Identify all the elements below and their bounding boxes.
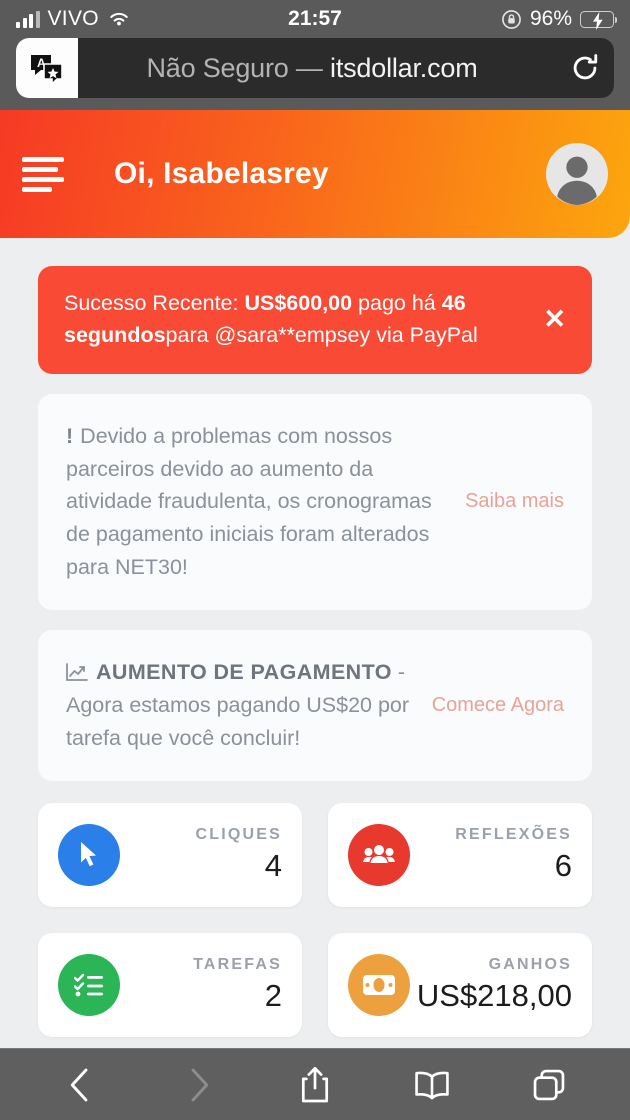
payout-increase-card: AUMENTO DE PAGAMENTO - Agora estamos pag… <box>38 630 592 781</box>
rotation-lock-icon <box>502 9 521 29</box>
tabs-icon[interactable] <box>514 1056 584 1114</box>
security-status-label: Não Seguro <box>146 52 289 83</box>
banknote-icon <box>348 953 410 1016</box>
browser-address-bar-container: A Não Seguro — itsdollar.com <box>0 38 630 110</box>
stat-text-reflexoes: REFLEXÕES 6 <box>410 826 572 884</box>
fraud-notice-body: Devido a problemas com nossos parceiros … <box>66 423 432 580</box>
address-separator: — <box>295 52 323 83</box>
address-bar-text[interactable]: Não Seguro — itsdollar.com <box>78 53 556 84</box>
user-avatar-icon[interactable] <box>546 143 608 205</box>
stat-card-reflexoes[interactable]: REFLEXÕES 6 <box>328 802 592 907</box>
payout-increase-text: AUMENTO DE PAGAMENTO - Agora estamos pag… <box>66 656 414 755</box>
recent-success-text: Sucesso Recente: US$600,00 pago há 46 se… <box>64 288 525 352</box>
stat-text-tarefas: TAREFAS 2 <box>120 956 282 1014</box>
task-checklist-icon <box>58 953 120 1016</box>
ios-status-bar: VIVO 21:57 96% <box>0 0 630 38</box>
address-bar[interactable]: A Não Seguro — itsdollar.com <box>16 38 614 98</box>
status-bar-right: 96% <box>501 7 617 31</box>
stat-text-cliques: CLIQUES 4 <box>120 826 282 884</box>
stat-value: 4 <box>264 847 282 883</box>
translate-icon[interactable]: A <box>16 38 78 98</box>
stat-card-ganhos[interactable]: GANHOS US$218,00 <box>328 932 592 1037</box>
line-chart-icon <box>66 663 88 681</box>
start-now-link[interactable]: Comece Agora <box>432 694 564 717</box>
stats-grid: CLIQUES 4 REFLEXÕES 6 TAREFAS 2 GANHOS U… <box>38 802 592 1037</box>
app-header: Oi, Isabelasrey <box>0 110 630 238</box>
fraud-notice-text: ! Devido a problemas com nossos parceiros… <box>66 420 447 584</box>
stat-label: GANHOS <box>488 955 572 973</box>
greeting-label: Oi, Isabelasrey <box>114 157 329 190</box>
banner-suffix: para @sara**empsey via PayPal <box>165 322 478 347</box>
page-content: Sucesso Recente: US$600,00 pago há 46 se… <box>0 238 630 1120</box>
stat-card-tarefas[interactable]: TAREFAS 2 <box>38 932 302 1037</box>
stat-text-ganhos: GANHOS US$218,00 <box>410 956 572 1014</box>
exclamation-icon: ! <box>66 423 74 448</box>
reload-icon[interactable] <box>556 51 614 85</box>
status-bar-left: VIVO <box>16 7 131 31</box>
stat-label: TAREFAS <box>193 955 282 973</box>
learn-more-link[interactable]: Saiba mais <box>465 490 564 513</box>
stat-value: 6 <box>554 847 572 883</box>
mobile-screen: VIVO 21:57 96% A Não Seguro — itsdollar.… <box>0 0 630 1120</box>
recent-success-banner: Sucesso Recente: US$600,00 pago há 46 se… <box>38 266 592 374</box>
cellular-signal-icon <box>16 10 40 28</box>
battery-percent-label: 96% <box>529 7 572 30</box>
stat-label: CLIQUES <box>195 825 282 843</box>
payout-heading: AUMENTO DE PAGAMENTO <box>96 660 392 685</box>
stat-value: US$218,00 <box>416 977 572 1013</box>
cursor-click-icon <box>58 823 120 886</box>
share-icon[interactable] <box>280 1056 350 1114</box>
wifi-icon <box>110 12 128 26</box>
address-domain: itsdollar.com <box>330 52 478 83</box>
forward-chevron-icon[interactable] <box>163 1056 233 1114</box>
banner-middle: pago há <box>352 291 442 315</box>
banner-amount: US$600,00 <box>244 291 353 315</box>
carrier-label: VIVO <box>47 7 99 30</box>
browser-bottom-toolbar <box>0 1048 630 1120</box>
battery-charging-icon <box>580 10 617 30</box>
banner-prefix: Sucesso Recente: <box>64 291 245 315</box>
stat-card-cliques[interactable]: CLIQUES 4 <box>38 802 302 907</box>
stat-value: 2 <box>264 977 282 1013</box>
close-icon[interactable]: ✕ <box>543 306 566 333</box>
bookmarks-book-icon[interactable] <box>397 1056 467 1114</box>
people-group-icon <box>348 823 410 886</box>
back-chevron-icon[interactable] <box>46 1056 116 1114</box>
stat-label: REFLEXÕES <box>455 825 572 843</box>
hamburger-menu-icon[interactable] <box>22 156 68 192</box>
fraud-notice-card: ! Devido a problemas com nossos parceiros… <box>38 393 592 611</box>
